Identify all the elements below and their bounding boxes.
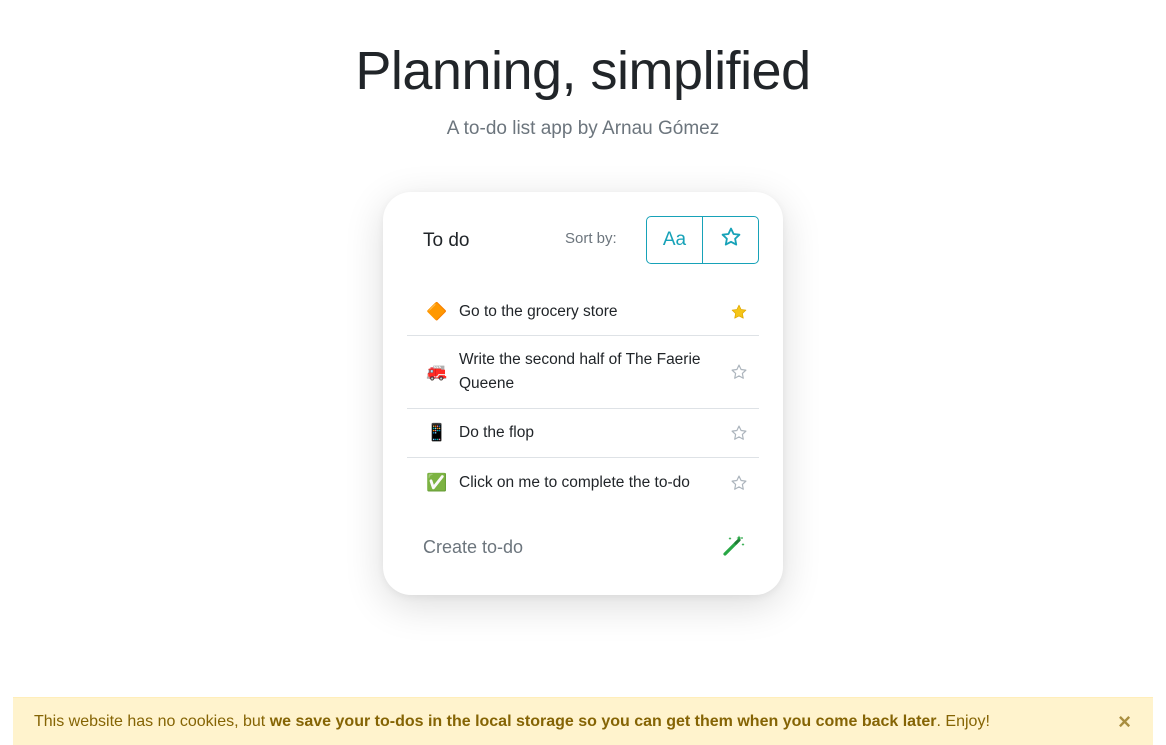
check-mark-icon: ✅ <box>426 472 448 492</box>
close-icon[interactable]: × <box>1118 698 1131 745</box>
star-filled-icon[interactable] <box>719 303 759 321</box>
cookie-banner-text-end: . Enjoy! <box>936 713 990 730</box>
star-outline-icon[interactable] <box>719 474 759 492</box>
todo-item[interactable]: 🚒 Write the second half of The Faerie Qu… <box>407 336 759 409</box>
todo-text: Write the second half of The Faerie Quee… <box>459 351 701 392</box>
todo-text: Go to the grocery store <box>459 302 618 320</box>
star-outline-icon[interactable] <box>719 363 759 381</box>
sort-button-group: Aa <box>646 216 759 264</box>
todo-text: Click on me to complete the to-do <box>459 473 690 491</box>
orange-diamond-icon: 🔶 <box>426 301 448 321</box>
magic-wand-icon[interactable] <box>721 534 745 563</box>
todo-item[interactable]: 🔶 Go to the grocery store <box>407 288 759 336</box>
todo-text: Do the flop <box>459 424 534 441</box>
fire-engine-icon: 🚒 <box>426 362 448 381</box>
todo-card: To do Sort by: Aa 🔶 Go to the grocery st… <box>383 192 783 595</box>
page-subtitle: A to-do list app by Arnau Gómez <box>446 118 720 139</box>
star-outline-icon[interactable] <box>719 424 759 442</box>
sort-starred-button[interactable] <box>702 217 758 263</box>
star-outline-icon <box>720 226 742 254</box>
cookie-banner: This website has no cookies, but we save… <box>13 697 1153 745</box>
cookie-banner-text-bold: we save your to-dos in the local storage… <box>269 713 937 730</box>
sort-alphabetical-button[interactable]: Aa <box>647 217 702 263</box>
cookie-banner-text-start: This website has no cookies, but <box>34 713 270 730</box>
create-todo-input[interactable]: Create to-do <box>423 537 523 558</box>
todo-list: 🔶 Go to the grocery store 🚒 Write the se… <box>407 288 759 507</box>
todo-item[interactable]: ✅ Click on me to complete the to-do <box>407 458 759 507</box>
todo-item[interactable]: 📱 Do the flop <box>407 409 759 458</box>
page: Planning, simplified A to-do list app by… <box>0 0 1166 745</box>
mobile-phone-icon: 📱 <box>426 423 448 442</box>
page-title: Planning, simplified <box>355 41 811 101</box>
todo-list-title: To do <box>423 230 470 251</box>
sort-label: Sort by: <box>565 230 617 247</box>
